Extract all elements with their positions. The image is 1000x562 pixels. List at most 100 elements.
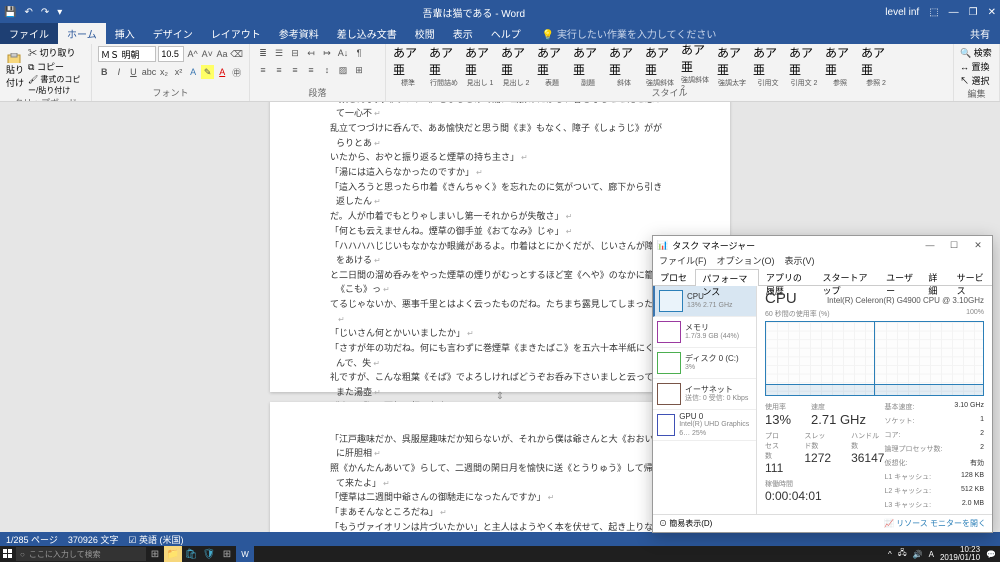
show-marks-icon[interactable]: ¶: [352, 46, 366, 60]
style-10[interactable]: あア亜引用文: [752, 46, 784, 86]
minimize-icon[interactable]: ―: [949, 7, 959, 18]
enclose-char-icon[interactable]: ㊥: [231, 65, 244, 79]
tm-tab-history[interactable]: アプリの履歴: [759, 268, 816, 285]
doc-line[interactable]: 「もうヴァイオリンは片づいたかい」と主人はようやく本を伏せて、起き上りながらつい…: [330, 520, 670, 532]
share-button[interactable]: 共有: [960, 23, 1000, 44]
page-gap-handle[interactable]: ⇕: [496, 391, 504, 402]
tm-item-disk[interactable]: ディスク 0 (C:)3%: [653, 348, 756, 379]
paste-button[interactable]: 貼り付け: [6, 53, 24, 89]
multilevel-icon[interactable]: ⊟: [288, 46, 302, 60]
undo-icon[interactable]: ↶: [24, 7, 32, 18]
tab-view[interactable]: 表示: [444, 23, 482, 44]
doc-line[interactable]: 「這入ろうと思ったら巾着《きんちゃく》を忘れたのに気がついて、廊下から引き返した…: [330, 180, 670, 209]
tm-tab-users[interactable]: ユーザー: [879, 268, 921, 285]
language-status[interactable]: ☑ 英語 (米国): [128, 533, 183, 546]
underline-button[interactable]: U: [127, 65, 140, 79]
doc-line[interactable]: 「江戸趣味だか、呉服屋趣味だか知らないが、それから僕は爺さんと大《おおい》に肝胆…: [330, 432, 670, 461]
user-name[interactable]: level inf: [885, 7, 919, 18]
taskbar-app-store[interactable]: 🛍: [182, 546, 200, 562]
shading-icon[interactable]: ▨: [336, 63, 350, 77]
tm-item-gpu[interactable]: GPU 0Intel(R) UHD Graphics 6… 25%: [653, 410, 756, 441]
style-5[interactable]: あア亜副題: [572, 46, 604, 86]
find-button[interactable]: 🔍 検索: [960, 46, 993, 59]
decrease-indent-icon[interactable]: ↤: [304, 46, 318, 60]
font-size[interactable]: 10.5: [158, 46, 184, 62]
tab-help[interactable]: ヘルプ: [482, 23, 530, 44]
tray-ime-icon[interactable]: A: [929, 550, 934, 559]
cut-button[interactable]: ✂ 切り取り: [28, 46, 85, 59]
change-case-icon[interactable]: Aa: [216, 47, 229, 61]
line-spacing-icon[interactable]: ↕: [320, 63, 334, 77]
tab-layout[interactable]: レイアウト: [202, 23, 270, 44]
taskbar-app-word[interactable]: W: [236, 546, 254, 562]
grow-font-icon[interactable]: A^: [186, 47, 199, 61]
align-center-icon[interactable]: ≡: [272, 63, 286, 77]
tm-item-ethernet[interactable]: イーサネット送信: 0 受信: 0 Kbps: [653, 379, 756, 410]
style-11[interactable]: あア亜引用文 2: [788, 46, 820, 86]
tm-tab-details[interactable]: 詳細: [921, 268, 949, 285]
doc-line[interactable]: いたから、おやと振り返ると煙草の持ち主さ」: [330, 150, 670, 165]
taskbar-app-sticky[interactable]: ⊞: [218, 546, 236, 562]
close-icon[interactable]: ✕: [988, 7, 996, 18]
borders-icon[interactable]: ⊞: [352, 63, 366, 77]
tm-close-icon[interactable]: ✕: [968, 240, 988, 251]
tm-menu-view[interactable]: 表示(V): [785, 254, 815, 268]
clear-format-icon[interactable]: ⌫: [230, 47, 243, 61]
text-effects-icon[interactable]: A: [187, 65, 200, 79]
shrink-font-icon[interactable]: A˅: [201, 47, 214, 61]
tray-up-icon[interactable]: ^: [888, 550, 892, 559]
taskbar-app-explorer[interactable]: 📁: [164, 546, 182, 562]
sort-icon[interactable]: A↓: [336, 46, 350, 60]
page-count[interactable]: 1/285 ページ: [6, 533, 58, 546]
doc-line[interactable]: 「何とも云えませんね。煙草の御手並《おてなみ》じゃ」: [330, 224, 670, 239]
font-name[interactable]: ＭＳ 明朝: [98, 46, 156, 62]
doc-line[interactable]: 「ハハハハじじいもなかなか眼識があるよ。巾着はとにかくだが、じいさんが障子をあけ…: [330, 239, 670, 268]
tray-clock[interactable]: 10:23 2019/01/10: [940, 546, 980, 562]
italic-button[interactable]: I: [113, 65, 126, 79]
tm-minimize-icon[interactable]: ―: [920, 240, 940, 250]
style-8[interactable]: あア亜強調斜体 2: [680, 46, 712, 86]
tell-me[interactable]: 💡 実行したい作業を入力してください: [536, 23, 723, 44]
tm-titlebar[interactable]: 📊 タスク マネージャー ― ☐ ✕: [653, 236, 992, 254]
tab-home[interactable]: ホーム: [58, 23, 106, 44]
tab-mailings[interactable]: 差し込み文書: [328, 23, 406, 44]
save-icon[interactable]: 💾: [4, 7, 16, 18]
tab-file[interactable]: ファイル: [0, 23, 58, 44]
subscript-button[interactable]: x₂: [158, 65, 171, 79]
increase-indent-icon[interactable]: ↦: [320, 46, 334, 60]
justify-icon[interactable]: ≡: [304, 63, 318, 77]
tab-design[interactable]: デザイン: [144, 23, 202, 44]
doc-line[interactable]: 「奴さん手拭《てぬぐい》をぶらさげて湯に出掛けたから、呑むならここだと思って一心…: [330, 102, 670, 121]
align-left-icon[interactable]: ≡: [256, 63, 270, 77]
task-view-icon[interactable]: ⊞: [146, 546, 164, 562]
style-7[interactable]: あア亜強調斜体: [644, 46, 676, 86]
style-12[interactable]: あア亜参照: [824, 46, 856, 86]
tm-menu-file[interactable]: ファイル(F): [659, 254, 707, 268]
style-9[interactable]: あア亜強調太字: [716, 46, 748, 86]
tm-tab-performance[interactable]: パフォーマンス: [695, 269, 759, 286]
tray-network-icon[interactable]: 🖧: [898, 547, 907, 561]
tm-tab-startup[interactable]: スタートアップ: [816, 268, 880, 285]
fewer-details-button[interactable]: ⊙ 簡易表示(D): [659, 518, 712, 529]
font-color-icon[interactable]: A: [216, 65, 229, 79]
format-painter-button[interactable]: 🖌 書式のコピー/貼り付け: [28, 74, 85, 96]
tm-tab-services[interactable]: サービス: [950, 268, 992, 285]
tray-notifications-icon[interactable]: 💬: [986, 550, 996, 559]
ribbon-options-icon[interactable]: ⬚: [929, 7, 938, 18]
style-2[interactable]: あア亜見出し 1: [464, 46, 496, 86]
numbering-icon[interactable]: ☰: [272, 46, 286, 60]
doc-line[interactable]: 「湯には這入らなかったのですか」: [330, 165, 670, 180]
style-0[interactable]: あア亜標準: [392, 46, 424, 86]
cpu-graph[interactable]: [765, 321, 984, 396]
redo-icon[interactable]: ↷: [41, 7, 49, 18]
tab-references[interactable]: 参考資料: [270, 23, 328, 44]
bullets-icon[interactable]: ≣: [256, 46, 270, 60]
replace-button[interactable]: ↔ 置換: [960, 60, 993, 73]
doc-line[interactable]: 「じいさん何とかいいましたか」: [330, 326, 670, 341]
align-right-icon[interactable]: ≡: [288, 63, 302, 77]
doc-line[interactable]: 照《かんたんあいて》らして、二週間の閑日月を愉快に送《とうりゅう》して帰って来た…: [330, 461, 670, 490]
tray-volume-icon[interactable]: 🔊: [913, 550, 923, 559]
style-1[interactable]: あア亜行間詰め: [428, 46, 460, 86]
doc-line[interactable]: てるじゃないか、悪事千里とはよく云ったものだね。たちまち露見してしまった」: [330, 297, 670, 326]
word-count[interactable]: 370926 文字: [68, 533, 119, 546]
